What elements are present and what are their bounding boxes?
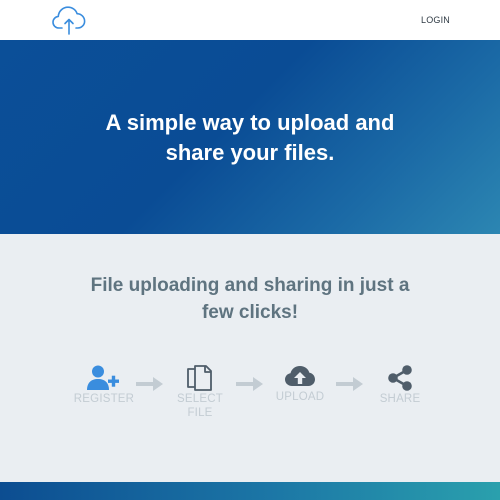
step-register: REGISTER [66,364,142,406]
cloud-upload-icon [285,366,315,386]
footer-band [0,482,500,500]
hero-title-line-2: share your files. [165,140,335,165]
copy-files-icon [187,365,212,391]
step-upload: UPLOAD [262,364,338,404]
step-select-file: SELECT FILE [162,364,238,420]
step-register-label: REGISTER [73,393,135,405]
hero-title-line-1: A simple way to upload and [105,110,395,135]
hero-banner: A simple way to upload and share your fi… [0,40,500,234]
add-user-icon [87,365,119,390]
step-share: SHARE [362,364,438,406]
features-section: File uploading and sharing in just a few… [0,234,500,482]
share-icon [388,365,412,391]
step-select-file-label-line-2: FILE [187,407,213,419]
step-share-label: SHARE [379,393,421,405]
login-link[interactable]: LOGIN [421,15,450,25]
cloud-upload-icon[interactable] [51,4,87,36]
top-navbar: LOGIN [0,0,500,40]
arrow-right-icon [136,377,163,391]
features-title-line-2: few clicks! [201,302,299,323]
arrow-right-icon [236,377,263,391]
features-title-line-1: File uploading and sharing in just a [90,275,410,296]
step-upload-label: UPLOAD [275,391,325,403]
hero-title: A simple way to upload and share your fi… [0,108,500,168]
features-title: File uploading and sharing in just a few… [70,272,430,326]
arrow-right-icon [336,377,363,391]
step-select-file-label-line-1: SELECT [177,393,223,405]
